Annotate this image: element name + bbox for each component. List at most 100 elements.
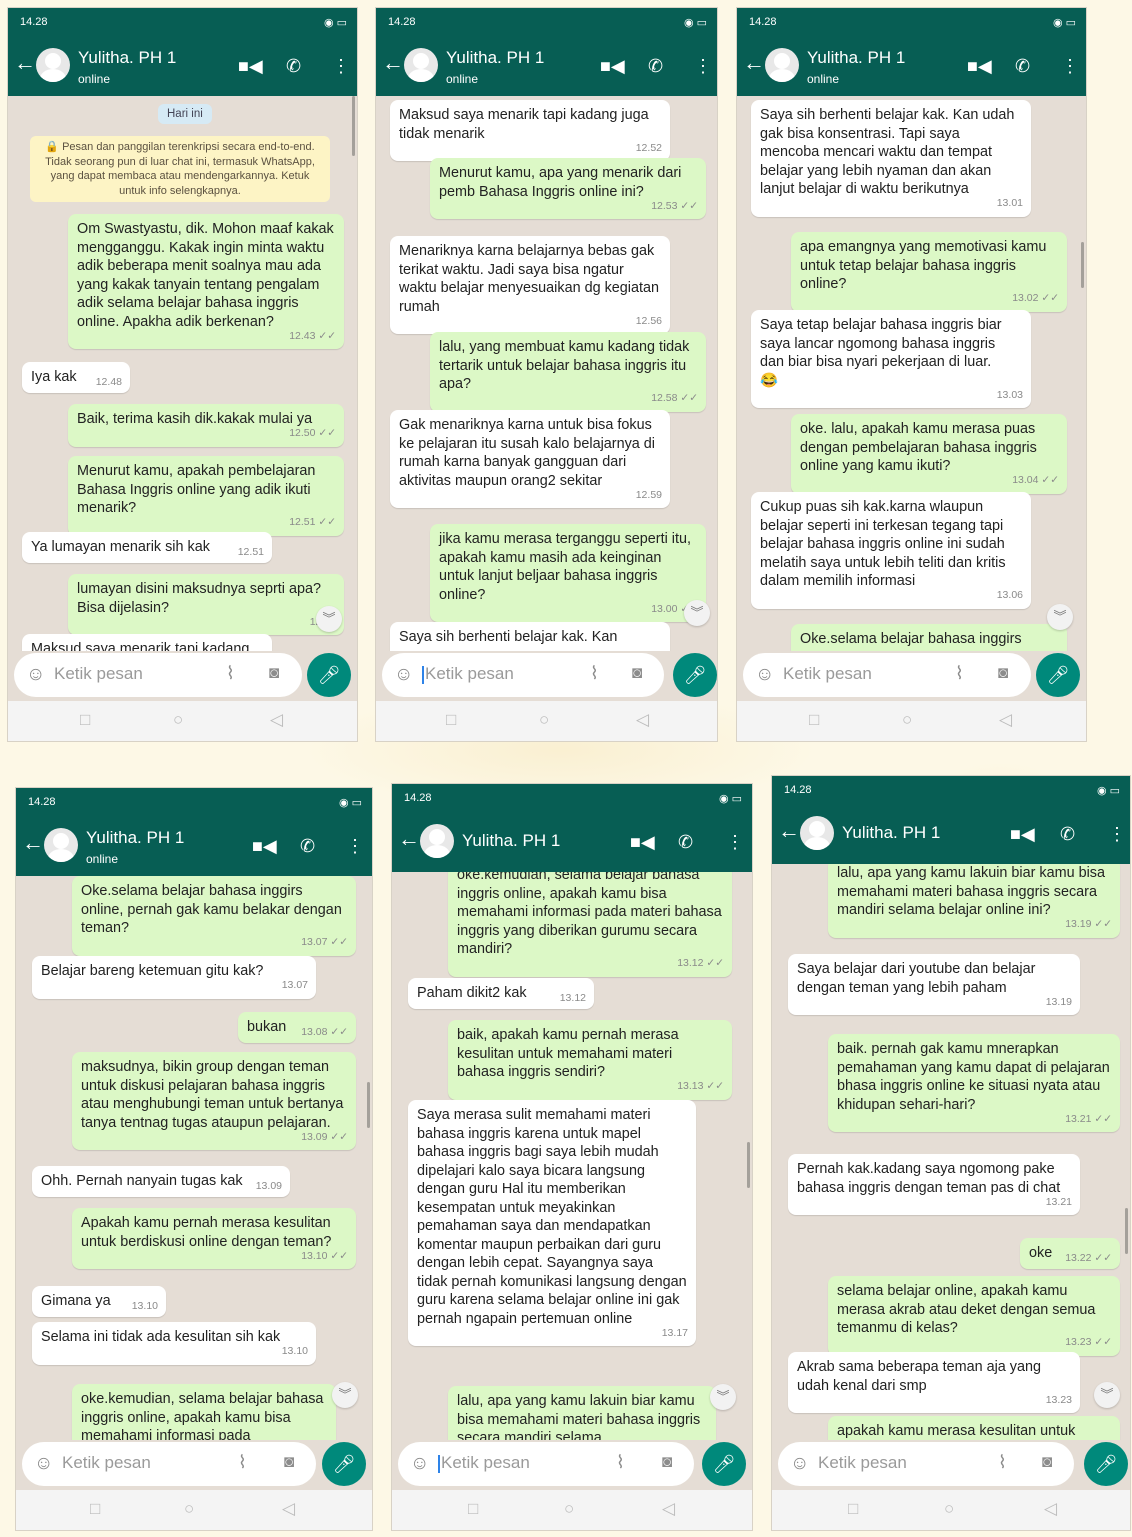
contact-name[interactable]: Yulitha. PH 1: [446, 48, 544, 68]
video-camera-icon[interactable]: ■◀: [967, 56, 992, 77]
scroll-down-button[interactable]: ︾: [710, 1384, 736, 1410]
message-bubble-out[interactable]: apa emangnya yang memotivasi kamu untuk …: [791, 232, 1067, 312]
back-nav-icon[interactable]: ◁: [636, 710, 649, 730]
recent-apps-icon[interactable]: □: [468, 1499, 478, 1519]
phone-icon[interactable]: ✆: [300, 836, 315, 857]
scrollbar[interactable]: [367, 1082, 370, 1128]
phone-icon[interactable]: ✆: [1060, 824, 1075, 845]
message-bubble-in[interactable]: Ya lumayan menarik sih kak 12.51: [22, 532, 272, 563]
message-bubble-out[interactable]: baik. pernah gak kamu mnerapkan pemahama…: [828, 1034, 1120, 1132]
message-bubble-in[interactable]: Iya kak 12.48: [22, 362, 130, 393]
message-bubble-out[interactable]: bukan 13.08 ✓✓: [238, 1012, 356, 1043]
phone-icon[interactable]: ✆: [648, 56, 663, 77]
message-bubble-out[interactable]: Oke.selama belajar bahasa inggirs online…: [72, 876, 356, 956]
emoji-icon[interactable]: ☺: [26, 664, 45, 686]
message-bubble-out[interactable]: apakah kamu merasa kesulitan untuk: [828, 1416, 1120, 1440]
message-bubble-out[interactable]: Menurut kamu, apakah pembelajaran Bahasa…: [68, 456, 344, 536]
home-icon[interactable]: ○: [564, 1499, 574, 1519]
message-input[interactable]: ☺ Ketik pesan ⌇ ◙: [398, 1442, 694, 1486]
message-input[interactable]: ☺ Ketik pesan ⌇ ◙: [778, 1442, 1074, 1486]
vertical-dots-icon[interactable]: ⋮: [332, 56, 350, 77]
message-bubble-out[interactable]: lalu, apa yang kamu lakuin biar kamu bis…: [828, 864, 1120, 938]
message-bubble-out[interactable]: oke 13.22 ✓✓: [1020, 1238, 1120, 1269]
avatar[interactable]: [36, 48, 70, 82]
message-bubble-out[interactable]: selama belajar online, apakah kamu meras…: [828, 1276, 1120, 1356]
video-camera-icon[interactable]: ■◀: [252, 836, 277, 857]
contact-name[interactable]: Yulitha. PH 1: [462, 831, 560, 851]
camera-icon[interactable]: ◙: [662, 1452, 672, 1472]
back-arrow-icon[interactable]: ←: [382, 52, 404, 74]
paperclip-icon[interactable]: ⌇: [998, 1452, 1007, 1473]
emoji-icon[interactable]: ☺: [410, 1453, 429, 1475]
message-bubble-in[interactable]: Akrab sama beberapa teman aja yang udah …: [788, 1352, 1080, 1413]
message-bubble-out[interactable]: Baik, terima kasih dik.kakak mulai ya 12.…: [68, 404, 344, 447]
microphone-button[interactable]: 🎤︎: [307, 653, 351, 697]
message-bubble-out[interactable]: jika kamu merasa terganggu seperti itu, …: [430, 524, 706, 622]
message-bubble-out[interactable]: Menurut kamu, apa yang menarik dari pemb…: [430, 158, 706, 219]
message-bubble-in[interactable]: Cukup puas sih kak.karna wlaupun belajar…: [751, 492, 1031, 609]
video-camera-icon[interactable]: ■◀: [238, 56, 263, 77]
paperclip-icon[interactable]: ⌇: [238, 1452, 247, 1473]
microphone-button[interactable]: 🎤︎: [702, 1442, 746, 1486]
contact-name[interactable]: Yulitha. PH 1: [78, 48, 176, 68]
message-bubble-out[interactable]: baik, apakah kamu pernah merasa kesulita…: [448, 1020, 732, 1100]
vertical-dots-icon[interactable]: ⋮: [1061, 56, 1079, 77]
vertical-dots-icon[interactable]: ⋮: [726, 832, 744, 853]
contact-name[interactable]: Yulitha. PH 1: [807, 48, 905, 68]
video-camera-icon[interactable]: ■◀: [600, 56, 625, 77]
scroll-down-button[interactable]: ︾: [316, 606, 342, 632]
message-bubble-in[interactable]: Selama ini tidak ada kesulitan sih kak 13…: [32, 1322, 316, 1365]
phone-icon[interactable]: ✆: [678, 832, 693, 853]
message-input[interactable]: ☺ Ketik pesan ⌇ ◙: [743, 653, 1031, 697]
avatar[interactable]: [765, 48, 799, 82]
message-bubble-in[interactable]: Saya tetap belajar bahasa inggris biar s…: [751, 310, 1031, 408]
message-bubble-out[interactable]: Apakah kamu pernah merasa kesulitan untu…: [72, 1208, 356, 1269]
home-icon[interactable]: ○: [173, 710, 183, 730]
avatar[interactable]: [800, 816, 834, 850]
message-bubble-in[interactable]: Paham dikit2 kak 13.12: [408, 978, 594, 1009]
recent-apps-icon[interactable]: □: [848, 1499, 858, 1519]
message-bubble-in[interactable]: Gimana ya 13.10: [32, 1286, 166, 1317]
back-nav-icon[interactable]: ◁: [270, 710, 283, 730]
message-bubble-in[interactable]: Saya merasa sulit memahami materi bahasa…: [408, 1100, 696, 1346]
emoji-icon[interactable]: ☺: [790, 1453, 809, 1475]
scrollbar[interactable]: [1125, 1208, 1128, 1254]
home-icon[interactable]: ○: [184, 1499, 194, 1519]
scroll-down-button[interactable]: ︾: [332, 1382, 358, 1408]
video-camera-icon[interactable]: ■◀: [630, 832, 655, 853]
scrollbar[interactable]: [747, 1142, 750, 1188]
microphone-button[interactable]: 🎤︎: [322, 1442, 366, 1486]
back-nav-icon[interactable]: ◁: [1044, 1499, 1057, 1519]
message-bubble-in[interactable]: Maksud saya menarik tapi kadang juga tid…: [390, 100, 670, 161]
camera-icon[interactable]: ◙: [1042, 1452, 1052, 1472]
back-arrow-icon[interactable]: ←: [398, 828, 420, 850]
recent-apps-icon[interactable]: □: [90, 1499, 100, 1519]
message-bubble-in[interactable]: Pernah kak.kadang saya ngomong pake baha…: [788, 1154, 1080, 1215]
message-bubble-out[interactable]: lalu, apa yang kamu lakuin biar kamu bis…: [448, 1386, 716, 1440]
home-icon[interactable]: ○: [539, 710, 549, 730]
chat-area[interactable]: Maksud saya menarik tapi kadang juga tid…: [376, 96, 717, 651]
message-bubble-out[interactable]: Oke.selama belajar bahasa inggirs: [791, 624, 1067, 651]
message-bubble-out[interactable]: lumayan disini maksudnya seprti apa? Bis…: [68, 574, 344, 635]
back-nav-icon[interactable]: ◁: [282, 1499, 295, 1519]
recent-apps-icon[interactable]: □: [446, 710, 456, 730]
recent-apps-icon[interactable]: □: [80, 710, 90, 730]
avatar[interactable]: [420, 824, 454, 858]
home-icon[interactable]: ○: [902, 710, 912, 730]
camera-icon[interactable]: ◙: [269, 663, 279, 683]
avatar[interactable]: [404, 48, 438, 82]
home-icon[interactable]: ○: [944, 1499, 954, 1519]
message-bubble-in[interactable]: Gak menariknya karna untuk bisa fokus ke…: [390, 410, 670, 508]
message-input[interactable]: ☺ Ketik pesan ⌇ ◙: [14, 653, 302, 697]
microphone-button[interactable]: 🎤︎: [1036, 653, 1080, 697]
chat-area[interactable]: Saya sih berhenti belajar kak. Kan udah …: [737, 96, 1086, 651]
microphone-button[interactable]: 🎤︎: [1084, 1442, 1128, 1486]
message-bubble-out[interactable]: Om Swastyastu, dik. Mohon maaf kakak men…: [68, 214, 344, 349]
message-bubble-in[interactable]: Ohh. Pernah nanyain tugas kak 13.09: [32, 1166, 290, 1197]
back-nav-icon[interactable]: ◁: [999, 710, 1012, 730]
scroll-down-button[interactable]: ︾: [1047, 604, 1073, 630]
back-arrow-icon[interactable]: ←: [778, 820, 800, 842]
scroll-down-button[interactable]: ︾: [1094, 1382, 1120, 1408]
emoji-icon[interactable]: ☺: [34, 1453, 53, 1475]
paperclip-icon[interactable]: ⌇: [590, 663, 599, 684]
